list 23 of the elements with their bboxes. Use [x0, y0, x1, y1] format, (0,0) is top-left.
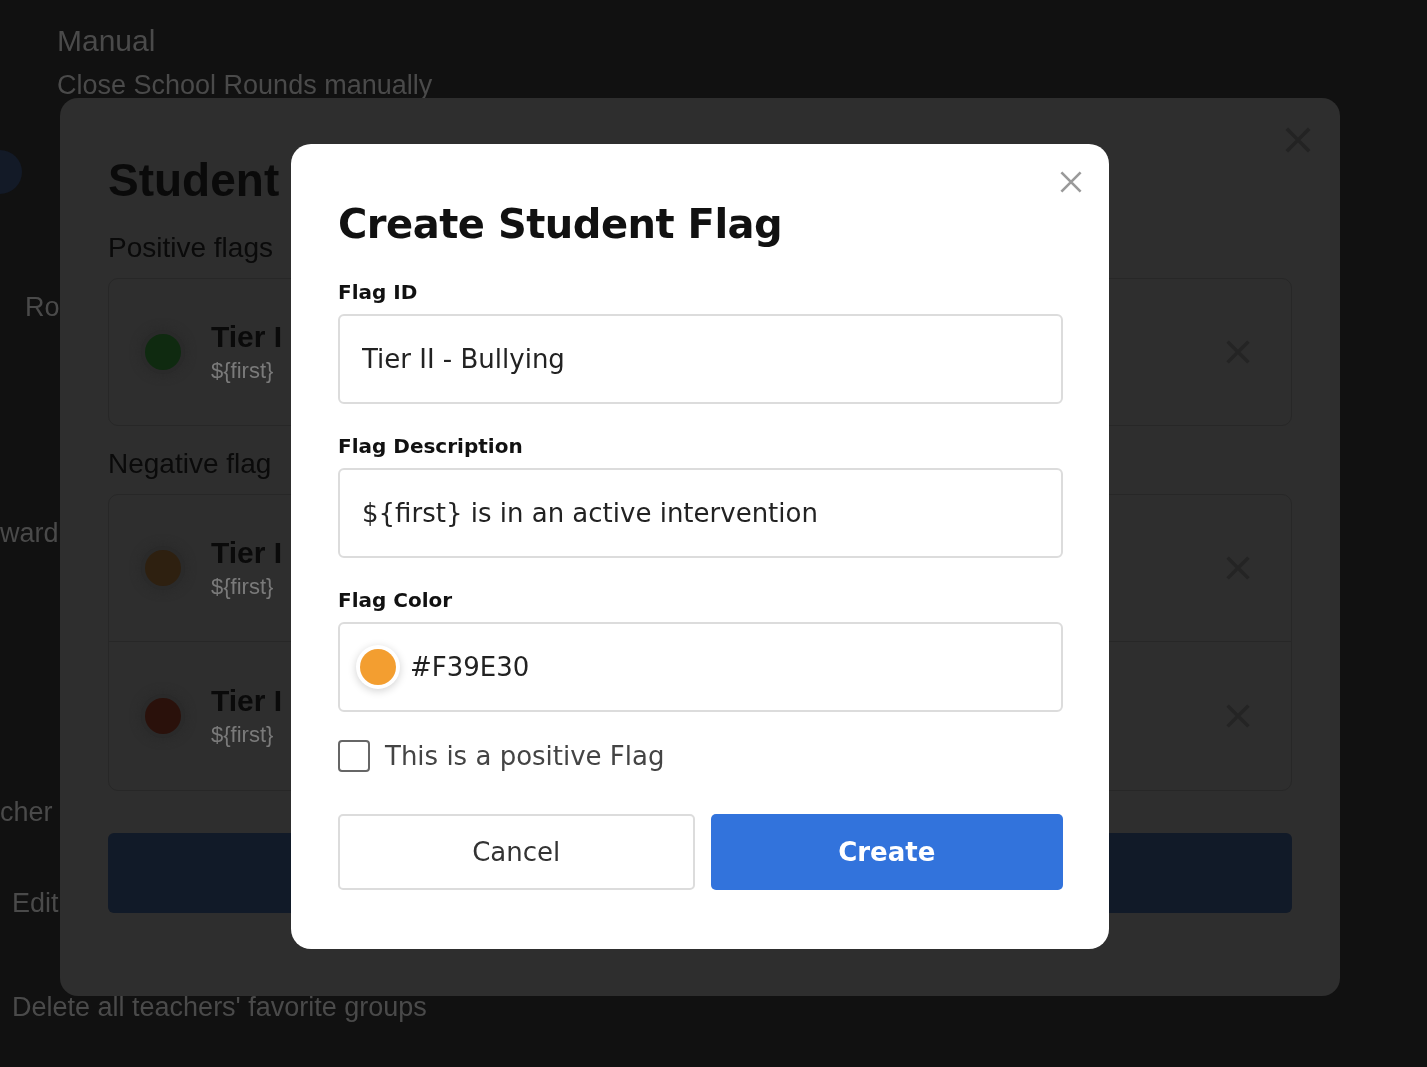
page-text: Edit	[12, 888, 59, 918]
color-field[interactable]: #F39E30	[338, 622, 1063, 712]
page-title: Manual	[57, 24, 156, 58]
cancel-button[interactable]: Cancel	[338, 814, 695, 890]
field-label: Flag Description	[338, 434, 524, 458]
close-icon[interactable]	[1059, 170, 1083, 194]
field-label: Flag ID	[338, 280, 419, 304]
input-field[interactable]: Tier II - Bullying	[340, 316, 1061, 402]
checkbox-label: This is a positive Flag	[385, 741, 665, 771]
page-subtitle: Close School Rounds manually	[57, 70, 433, 100]
checkbox[interactable]	[338, 740, 370, 772]
page-text: Delete all teachers' favorite groups	[12, 992, 427, 1022]
page-text: ward	[0, 518, 59, 548]
flag-description: ${first}	[211, 358, 274, 384]
flag-description: ${first}	[211, 722, 274, 748]
page-text: Ro	[25, 292, 60, 322]
page-text: cher	[0, 797, 53, 827]
color-swatch[interactable]	[360, 649, 396, 685]
field-label: Flag Color	[338, 588, 454, 612]
flag-description: ${first}	[211, 574, 274, 600]
dialog-title: Create Student Flag	[338, 200, 784, 249]
input-field[interactable]: ${first} is in an active intervention	[340, 470, 1061, 556]
create-button[interactable]: Create	[710, 814, 1063, 890]
